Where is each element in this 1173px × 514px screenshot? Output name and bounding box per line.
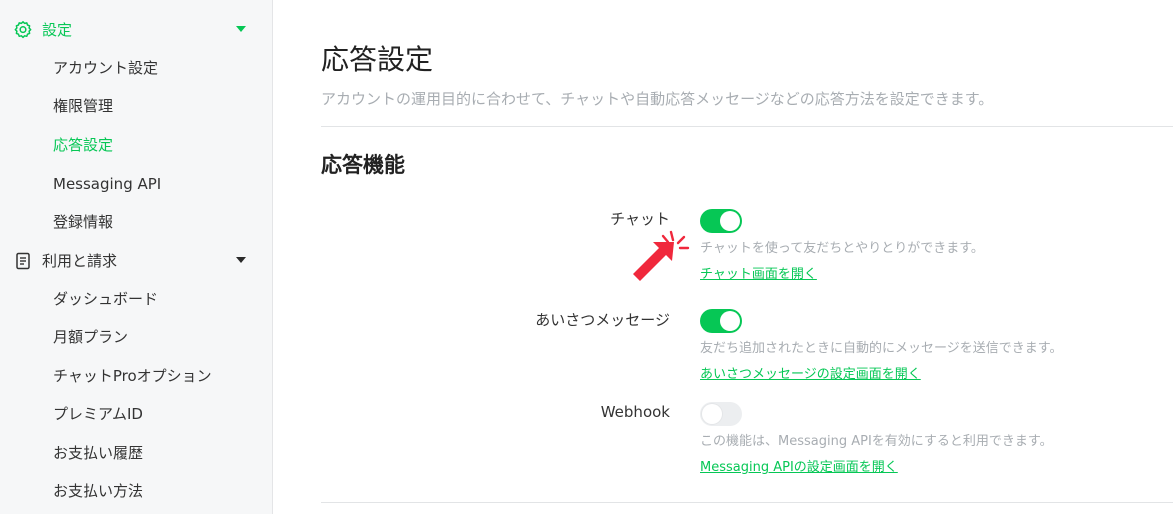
divider bbox=[321, 502, 1173, 503]
sidebar-item-messaging-api[interactable]: Messaging API bbox=[53, 174, 161, 194]
chat-toggle[interactable] bbox=[700, 209, 742, 233]
webhook-label: Webhook bbox=[600, 403, 670, 421]
greeting-message-description: 友だち追加されたときに自動的にメッセージを送信できます。 bbox=[700, 341, 1063, 356]
toggle-knob bbox=[720, 211, 740, 231]
toggle-knob bbox=[702, 404, 722, 424]
sidebar-item-registration-info[interactable]: 登録情報 bbox=[53, 212, 113, 232]
main-content: 応答設定 アカウントの運用目的に合わせて、チャットや自動応答メッセージなどの応答… bbox=[273, 0, 1173, 514]
pointer-arrow-icon bbox=[633, 230, 690, 281]
sidebar-group-label: 設定 bbox=[42, 21, 73, 39]
sidebar-item-monthly-plan[interactable]: 月額プラン bbox=[53, 327, 128, 347]
webhook-toggle[interactable] bbox=[700, 402, 742, 426]
sidebar-item-permissions[interactable]: 権限管理 bbox=[53, 96, 113, 116]
sidebar-item-dashboard[interactable]: ダッシュボード bbox=[53, 289, 158, 309]
greeting-message-label: あいさつメッセージ bbox=[535, 311, 670, 329]
sidebar-item-chat-pro-option[interactable]: チャットProオプション bbox=[53, 366, 212, 386]
gear-icon bbox=[13, 20, 33, 40]
open-chat-link[interactable]: チャット画面を開く bbox=[700, 266, 817, 284]
sidebar-group-settings[interactable]: 設定 bbox=[0, 10, 273, 48]
sidebar-item-payment-history[interactable]: お支払い履歴 bbox=[53, 443, 143, 463]
sidebar-item-premium-id[interactable]: プレミアムID bbox=[53, 404, 143, 424]
sidebar-group-label: 利用と請求 bbox=[42, 252, 118, 270]
toggle-knob bbox=[720, 311, 740, 331]
section-title: 応答機能 bbox=[321, 153, 405, 177]
messaging-api-settings-link[interactable]: Messaging APIの設定画面を開く bbox=[700, 459, 898, 477]
receipt-icon bbox=[13, 251, 33, 271]
chat-label: チャット bbox=[610, 210, 670, 228]
sidebar-item-account-settings[interactable]: アカウント設定 bbox=[53, 58, 158, 78]
page-description: アカウントの運用目的に合わせて、チャットや自動応答メッセージなどの応答方法を設定… bbox=[321, 90, 994, 108]
divider bbox=[321, 126, 1173, 127]
sidebar: 設定 アカウント設定 権限管理 応答設定 Messaging API 登録情報 … bbox=[0, 0, 273, 514]
sidebar-group-billing[interactable]: 利用と請求 bbox=[0, 241, 273, 279]
greeting-settings-link[interactable]: あいさつメッセージの設定画面を開く bbox=[700, 366, 921, 384]
chevron-down-icon bbox=[236, 257, 246, 263]
greeting-message-toggle[interactable] bbox=[700, 309, 742, 333]
webhook-description: この機能は、Messaging APIを有効にすると利用できます。 bbox=[700, 434, 1053, 449]
sidebar-item-response-settings[interactable]: 応答設定 bbox=[53, 135, 113, 155]
chat-description: チャットを使って友だちとやりとりができます。 bbox=[700, 241, 984, 256]
sidebar-item-payment-method[interactable]: お支払い方法 bbox=[53, 481, 143, 501]
page-title: 応答設定 bbox=[321, 43, 434, 76]
chevron-down-icon bbox=[236, 26, 246, 32]
